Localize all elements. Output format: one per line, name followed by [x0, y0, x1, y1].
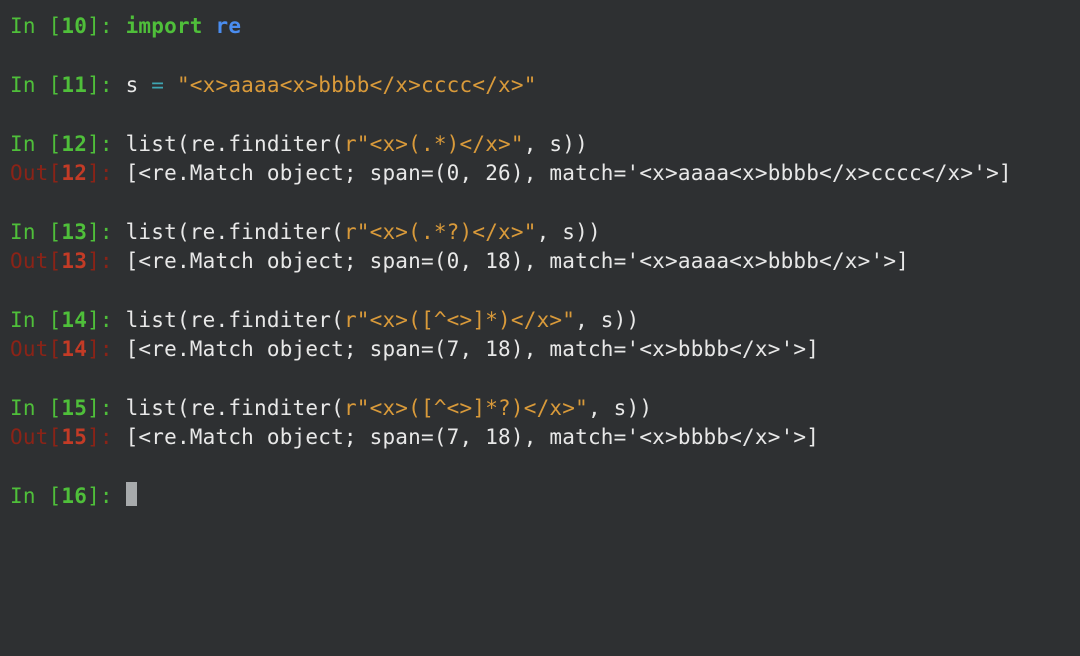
code-token[interactable]: r"<x>(.*?)</x>": [344, 220, 537, 244]
in-line[interactable]: In [14]: list(re.finditer(r"<x>([^<>]*)<…: [10, 306, 1070, 335]
out-prompt-number: 15: [61, 425, 87, 449]
in-line[interactable]: In [15]: list(re.finditer(r"<x>([^<>]*?)…: [10, 394, 1070, 423]
in-prompt-open: In [: [10, 73, 61, 97]
out-prompt-close: ]:: [87, 425, 126, 449]
code-token[interactable]: list(re.finditer(: [126, 220, 344, 244]
in-prompt-number: 10: [61, 14, 87, 38]
out-prompt-close: ]:: [87, 337, 126, 361]
out-prompt-number: 13: [61, 249, 87, 273]
code-token[interactable]: , s)): [575, 308, 639, 332]
code-token[interactable]: r"<x>([^<>]*?)</x>": [344, 396, 588, 420]
code-token[interactable]: list(re.finditer(: [126, 308, 344, 332]
code-token[interactable]: list(re.finditer(: [126, 132, 344, 156]
in-prompt-close: ]:: [87, 396, 126, 420]
out-prompt-open: Out[: [10, 249, 61, 273]
code-token[interactable]: import: [126, 14, 203, 38]
out-line: Out[14]: [<re.Match object; span=(7, 18)…: [10, 335, 1070, 364]
ipython-terminal[interactable]: In [10]: import re In [11]: s = "<x>aaaa…: [0, 0, 1080, 522]
code-token[interactable]: "<x>aaaa<x>bbbb</x>cccc</x>": [177, 73, 537, 97]
in-prompt-number: 12: [61, 132, 87, 156]
out-prompt-close: ]:: [87, 249, 126, 273]
in-prompt-close: ]:: [87, 73, 126, 97]
in-prompt-close: ]:: [87, 14, 126, 38]
code-token[interactable]: , s)): [537, 220, 601, 244]
out-value: [<re.Match object; span=(7, 18), match='…: [126, 337, 820, 361]
out-line: Out[12]: [<re.Match object; span=(0, 26)…: [10, 159, 1070, 188]
in-prompt-open: In [: [10, 396, 61, 420]
cursor: [126, 482, 138, 506]
out-value: [<re.Match object; span=(0, 18), match='…: [126, 249, 909, 273]
code-token[interactable]: , s)): [588, 396, 652, 420]
code-token[interactable]: [203, 14, 216, 38]
code-token[interactable]: r"<x>([^<>]*)</x>": [344, 308, 575, 332]
code-token[interactable]: [164, 73, 177, 97]
code-token[interactable]: re: [216, 14, 242, 38]
in-line[interactable]: In [12]: list(re.finditer(r"<x>(.*)</x>"…: [10, 130, 1070, 159]
in-prompt-open: In [: [10, 308, 61, 332]
out-prompt-open: Out[: [10, 161, 61, 185]
out-line: Out[15]: [<re.Match object; span=(7, 18)…: [10, 423, 1070, 452]
code-token[interactable]: list(re.finditer(: [126, 396, 344, 420]
in-prompt-close: ]:: [87, 220, 126, 244]
out-line: Out[13]: [<re.Match object; span=(0, 18)…: [10, 247, 1070, 276]
in-line[interactable]: In [11]: s = "<x>aaaa<x>bbbb</x>cccc</x>…: [10, 71, 1070, 100]
out-prompt-number: 12: [61, 161, 87, 185]
in-prompt-number: 16: [61, 484, 87, 508]
in-prompt-number: 15: [61, 396, 87, 420]
in-prompt-open: In [: [10, 132, 61, 156]
in-line[interactable]: In [10]: import re: [10, 12, 1070, 41]
in-prompt-close: ]:: [87, 308, 126, 332]
in-line[interactable]: In [13]: list(re.finditer(r"<x>(.*?)</x>…: [10, 218, 1070, 247]
out-value: [<re.Match object; span=(7, 18), match='…: [126, 425, 820, 449]
out-prompt-number: 14: [61, 337, 87, 361]
in-prompt-open: In [: [10, 220, 61, 244]
in-prompt-open: In [: [10, 14, 61, 38]
out-value: [<re.Match object; span=(0, 26), match='…: [126, 161, 1012, 185]
in-prompt-open: In [: [10, 484, 61, 508]
in-prompt-number: 11: [61, 73, 87, 97]
in-prompt-close: ]:: [87, 484, 126, 508]
in-prompt-close: ]:: [87, 132, 126, 156]
code-token[interactable]: , s)): [524, 132, 588, 156]
code-token[interactable]: s: [126, 73, 152, 97]
out-prompt-open: Out[: [10, 425, 61, 449]
out-prompt-close: ]:: [87, 161, 126, 185]
code-token[interactable]: r"<x>(.*)</x>": [344, 132, 524, 156]
in-prompt-number: 13: [61, 220, 87, 244]
code-token[interactable]: =: [151, 73, 164, 97]
in-prompt-number: 14: [61, 308, 87, 332]
out-prompt-open: Out[: [10, 337, 61, 361]
in-line[interactable]: In [16]:: [10, 482, 1070, 511]
